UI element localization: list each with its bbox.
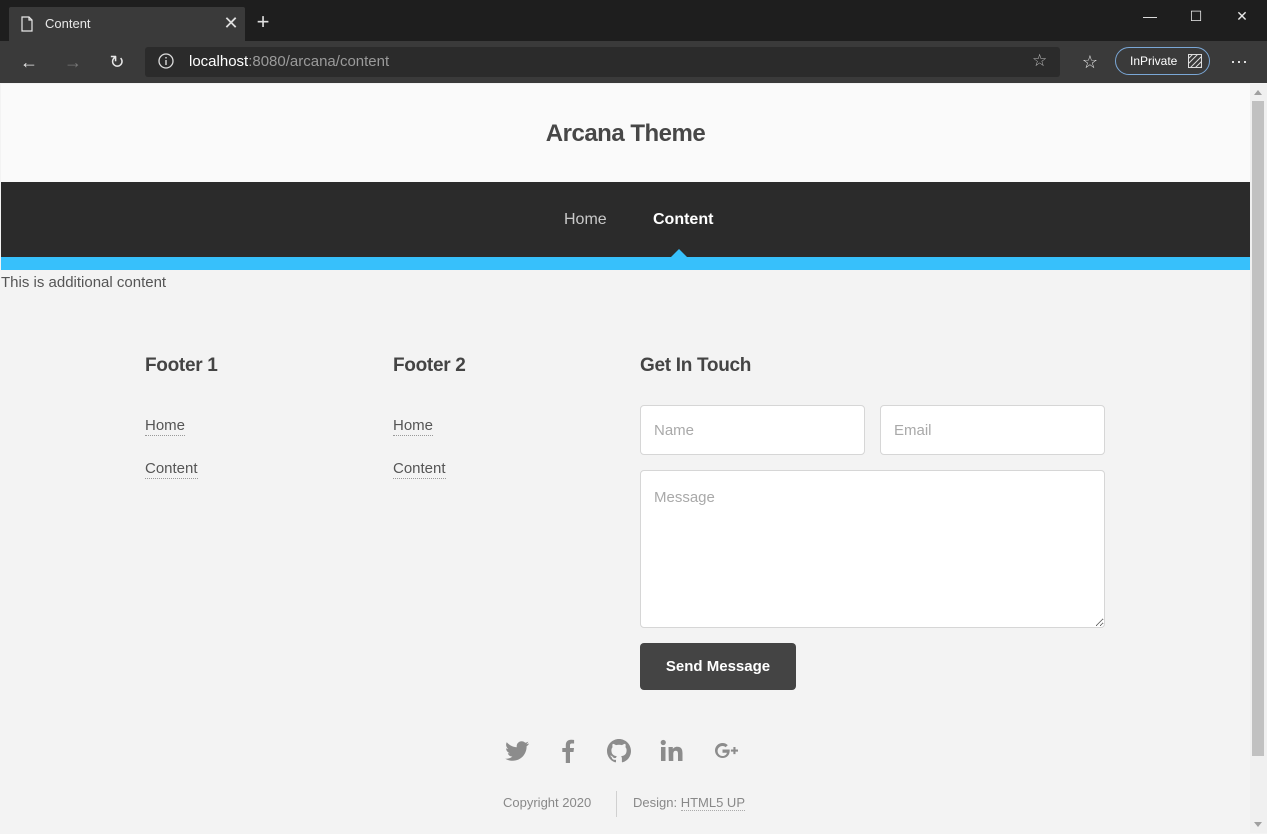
email-field[interactable]	[880, 405, 1105, 455]
page-scrollbar[interactable]	[1250, 84, 1267, 833]
footer-divider	[616, 791, 617, 817]
footer-2-link-content[interactable]: Content	[393, 460, 446, 479]
design-credit: Design: HTML5 UP	[633, 795, 745, 811]
name-field[interactable]	[640, 405, 865, 455]
close-icon[interactable]: ✕	[221, 13, 241, 33]
inprivate-badge[interactable]: InPrivate	[1115, 47, 1210, 75]
close-window-button[interactable]: ✕	[1222, 4, 1262, 28]
page-icon	[21, 16, 33, 32]
scroll-down-arrow[interactable]	[1254, 822, 1262, 827]
maximize-button[interactable]: ☐	[1176, 4, 1216, 28]
twitter-icon[interactable]	[502, 736, 532, 766]
browser-toolbar: ← → ↻ localhost:8080/arcana/content ☆ ☆ …	[0, 41, 1267, 83]
footer-1-heading: Footer 1	[145, 355, 218, 376]
inprivate-label: InPrivate	[1130, 54, 1178, 68]
accent-bar	[1, 257, 1250, 270]
facebook-icon[interactable]	[553, 736, 583, 766]
page-viewport: Arcana Theme Home Content This is additi…	[1, 84, 1250, 833]
browser-tab-strip: Content ✕ + — ☐ ✕	[0, 0, 1267, 41]
linkedin-icon[interactable]	[657, 736, 687, 766]
nav-content[interactable]: Content	[653, 211, 713, 229]
scroll-thumb[interactable]	[1252, 101, 1264, 756]
footer-1-link-content[interactable]: Content	[145, 460, 198, 479]
browser-tab[interactable]: Content ✕	[9, 7, 245, 41]
url-text: localhost:8080/arcana/content	[189, 53, 390, 70]
footer-2-heading: Footer 2	[393, 355, 466, 376]
design-label: Design:	[633, 795, 678, 810]
design-link[interactable]: HTML5 UP	[680, 795, 745, 811]
info-icon	[158, 53, 174, 69]
tab-title: Content	[45, 16, 91, 31]
main-nav: Home Content	[1, 182, 1250, 257]
address-bar[interactable]: localhost:8080/arcana/content ☆	[145, 47, 1060, 77]
arrow-left-icon[interactable]: ←	[16, 50, 42, 74]
refresh-icon[interactable]: ↻	[104, 50, 130, 74]
star-icon[interactable]: ☆	[1032, 52, 1050, 70]
github-icon[interactable]	[604, 736, 634, 766]
nav-home[interactable]: Home	[564, 211, 607, 229]
plus-icon[interactable]: +	[253, 11, 273, 33]
copyright-text: Copyright 2020	[503, 795, 592, 810]
contact-heading: Get In Touch	[640, 355, 752, 376]
nav-active-indicator	[671, 249, 687, 257]
scroll-up-arrow[interactable]	[1254, 90, 1262, 95]
site-title: Arcana Theme	[545, 120, 706, 147]
message-field[interactable]	[640, 470, 1105, 628]
arrow-right-icon[interactable]: →	[60, 50, 86, 74]
footer-1-link-home[interactable]: Home	[145, 417, 186, 436]
send-message-button[interactable]: Send Message	[640, 643, 796, 690]
google-plus-icon[interactable]	[712, 736, 742, 766]
body-text: This is additional content	[1, 274, 167, 291]
more-icon[interactable]: ⋯	[1226, 50, 1252, 74]
footer-2-link-home[interactable]: Home	[393, 417, 434, 436]
site-header: Arcana Theme	[1, 84, 1250, 182]
inprivate-icon	[1188, 54, 1202, 68]
favorites-list-icon[interactable]: ☆	[1077, 50, 1103, 74]
minimize-button[interactable]: —	[1130, 4, 1170, 28]
